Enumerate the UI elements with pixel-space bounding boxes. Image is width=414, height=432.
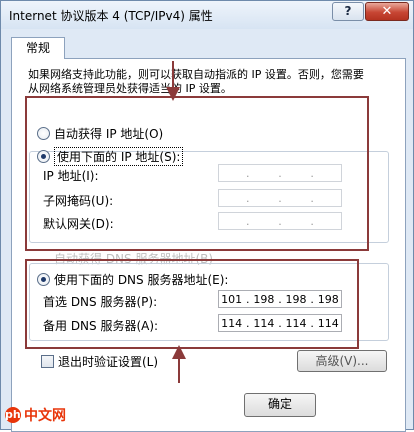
watermark-text: 中文网 xyxy=(24,408,66,424)
ok-button[interactable]: 确定 xyxy=(244,393,316,417)
title-bar[interactable]: Internet 协议版本 4 (TCP/IPv4) 属性 ? ✕ xyxy=(1,1,413,29)
validate-checkbox[interactable] xyxy=(41,355,54,368)
annotation-arrow-down-icon xyxy=(166,61,180,101)
description-text: 如果网络支持此功能，则可以获取自动指派的 IP 设置。否则，您需要从网络系统管理… xyxy=(28,68,364,95)
help-button[interactable]: ? xyxy=(332,2,364,21)
dialog-window: Internet 协议版本 4 (TCP/IPv4) 属性 ? ✕ 常规 如果网… xyxy=(0,0,414,432)
window-title: Internet 协议版本 4 (TCP/IPv4) 属性 xyxy=(9,9,213,23)
annotation-arrow-up-icon xyxy=(172,345,186,383)
annotation-box-dns xyxy=(25,259,359,349)
php-logo-icon: php xyxy=(5,407,29,423)
validate-checkbox-row[interactable]: 退出时验证设置(L) xyxy=(41,353,158,370)
close-button[interactable]: ✕ xyxy=(365,2,409,21)
advanced-button[interactable]: 高级(V)... xyxy=(297,350,387,372)
watermark: php 中文网 xyxy=(5,405,66,425)
validate-checkbox-label: 退出时验证设置(L) xyxy=(58,355,159,369)
annotation-box-ip xyxy=(25,96,369,251)
tab-general[interactable]: 常规 xyxy=(11,37,65,59)
